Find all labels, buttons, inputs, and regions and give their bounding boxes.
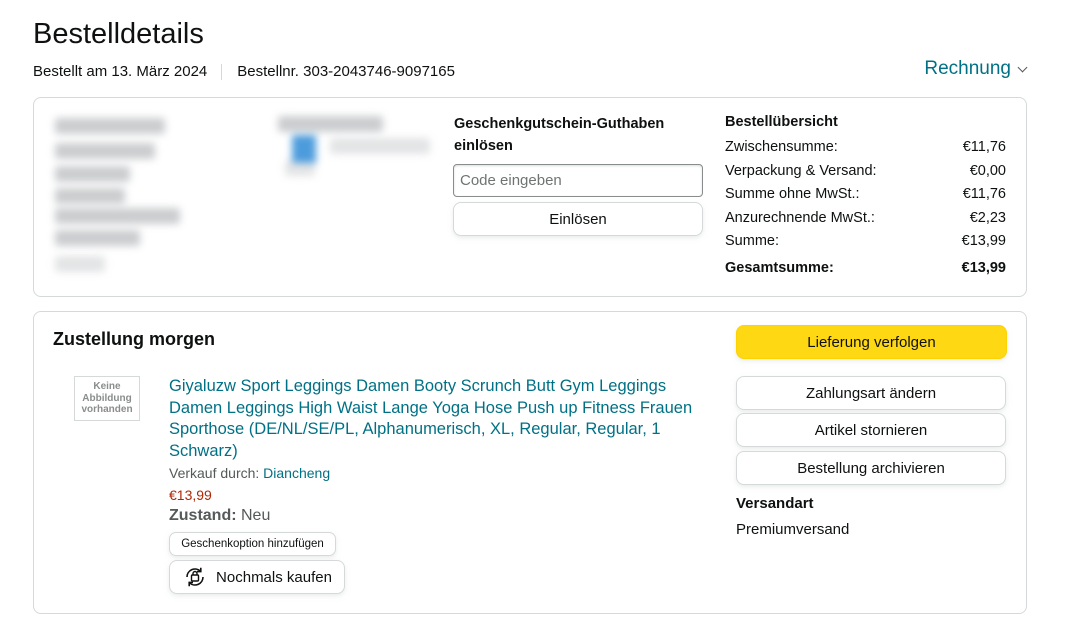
sold-by-label: Verkauf durch:	[169, 465, 260, 481]
page-title: Bestelldetails	[33, 18, 204, 50]
buy-again-icon	[186, 567, 204, 587]
summary-row-net: Summe ohne MwSt.: €11,76	[725, 183, 1006, 207]
delivery-status-title: Zustellung morgen	[53, 329, 215, 349]
summary-row-vat: Anzurechnende MwSt.: €2,23	[725, 207, 1006, 231]
shipping-method-label: Versandart	[736, 495, 814, 512]
product-image-placeholder[interactable]: Keine Abbildung vorhanden	[74, 376, 140, 421]
summary-value: €11,76	[962, 139, 1006, 155]
shipping-method-value: Premiumversand	[736, 521, 850, 538]
invoice-label: Rechnung	[924, 58, 1011, 79]
redacted-address	[0, 100, 450, 290]
meta-divider	[221, 63, 223, 80]
summary-label: Anzurechnende MwSt.:	[725, 209, 875, 226]
order-summary-title: Bestellübersicht	[725, 114, 838, 130]
summary-row-shipping: Verpackung & Versand: €0,00	[725, 160, 1006, 184]
order-number: Bestellnr. 303-2043746-9097165	[237, 63, 455, 80]
condition-value: Neu	[241, 507, 271, 524]
track-package-button[interactable]: Lieferung verfolgen	[736, 325, 1007, 359]
seller-link[interactable]: Diancheng	[263, 465, 330, 481]
summary-row-sum: Summe: €13,99	[725, 230, 1006, 254]
product-title-link[interactable]: Giyaluzw Sport Leggings Damen Booty Scru…	[169, 376, 709, 462]
invoice-dropdown[interactable]: Rechnung	[924, 58, 1028, 80]
summary-label: Summe ohne MwSt.:	[725, 186, 860, 202]
add-gift-option-button[interactable]: Geschenkoption hinzufügen	[169, 532, 336, 556]
redacted-icon	[292, 135, 316, 163]
no-image-text: Keine Abbildung vorhanden	[81, 381, 133, 416]
summary-value: €11,76	[962, 186, 1006, 202]
gift-card-code-input[interactable]	[453, 164, 703, 197]
summary-label: Zwischensumme:	[725, 139, 838, 155]
summary-value: €0,00	[969, 162, 1006, 179]
redeem-button[interactable]: Einlösen	[453, 202, 703, 236]
order-summary: Bestellübersicht Zwischensumme: €11,76 V…	[725, 114, 1006, 280]
summary-row-subtotal: Zwischensumme: €11,76	[725, 136, 1006, 160]
cancel-items-button[interactable]: Artikel stornieren	[736, 413, 1006, 447]
item-price: €13,99	[169, 487, 212, 503]
chevron-down-icon	[1017, 62, 1028, 72]
summary-value: €2,23	[969, 209, 1006, 226]
sold-by: Verkauf durch: Diancheng	[169, 465, 330, 481]
summary-label: Summe:	[725, 233, 779, 249]
summary-label: Verpackung & Versand:	[725, 162, 877, 179]
summary-total-value: €13,99	[961, 259, 1006, 276]
change-payment-button[interactable]: Zahlungsart ändern	[736, 376, 1006, 410]
order-date: Bestellt am 13. März 2024	[33, 63, 208, 80]
gift-card-title: Geschenkgutschein-Guthaben einlösen	[454, 116, 665, 154]
item-condition: Zustand: Neu	[169, 507, 270, 525]
summary-value: €13,99	[961, 233, 1006, 249]
summary-row-total: Gesamtsumme: €13,99	[725, 257, 1006, 281]
condition-label: Zustand:	[169, 507, 237, 524]
buy-again-button[interactable]: Nochmals kaufen	[169, 560, 345, 594]
buy-again-label: Nochmals kaufen	[216, 568, 332, 586]
summary-total-label: Gesamtsumme:	[725, 259, 834, 276]
order-meta: Bestellt am 13. März 2024 Bestellnr. 303…	[33, 63, 455, 80]
archive-order-button[interactable]: Bestellung archivieren	[736, 451, 1006, 485]
